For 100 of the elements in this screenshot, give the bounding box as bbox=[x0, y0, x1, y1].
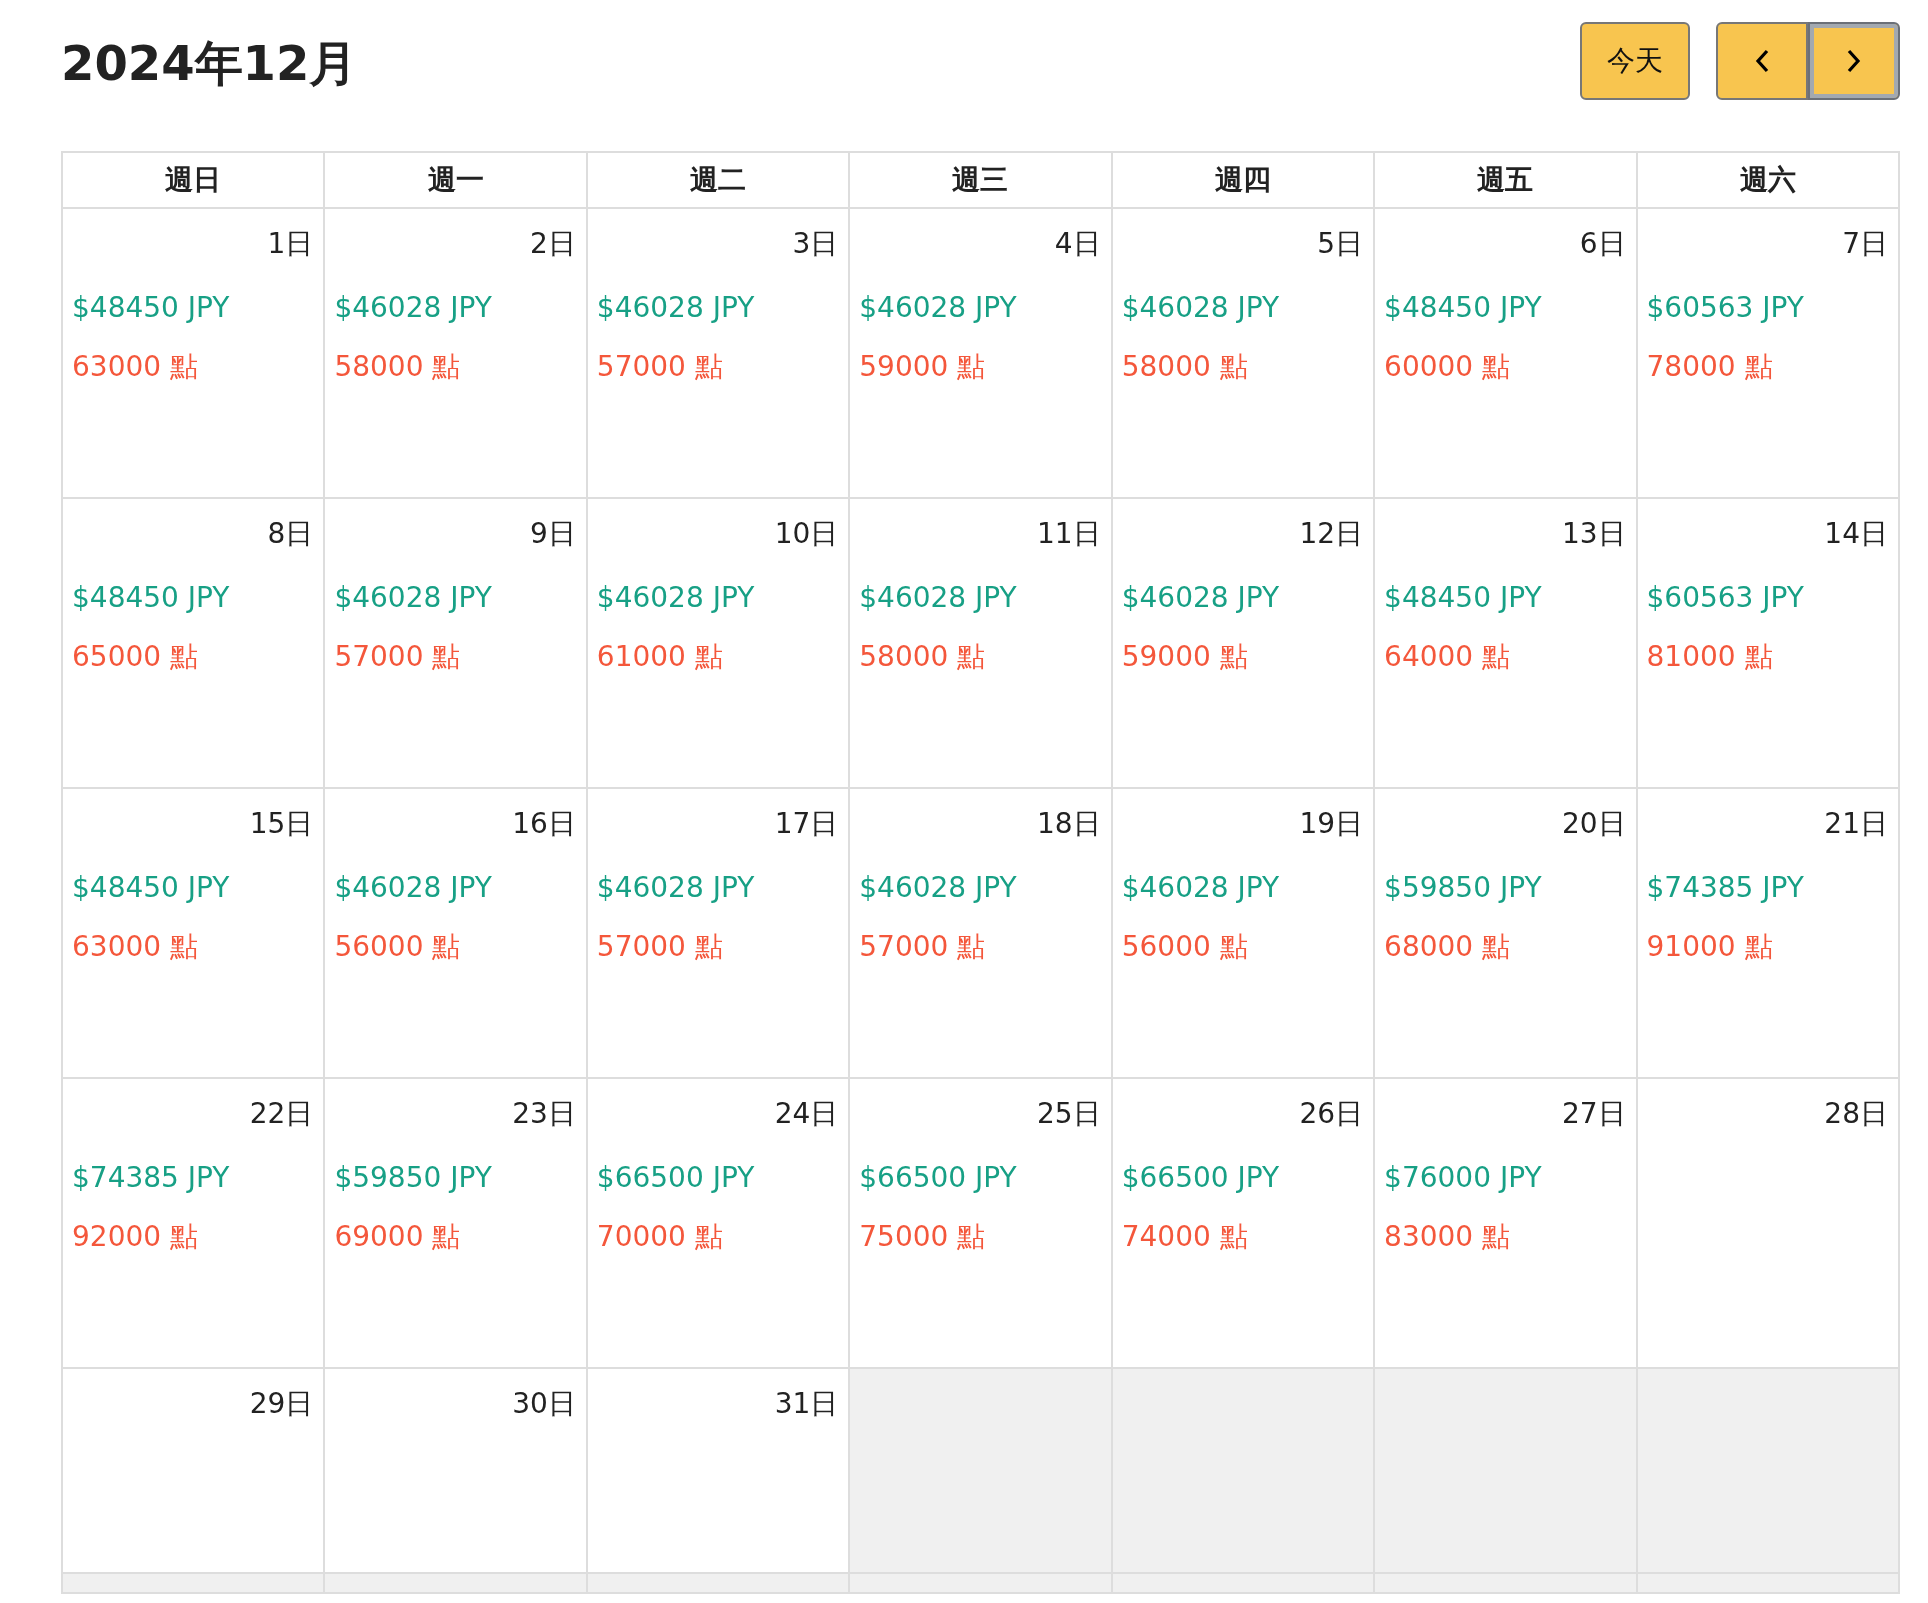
today-button[interactable]: 今天 bbox=[1580, 22, 1690, 100]
day-cell[interactable]: 4日 $46028 JPY 59000 點 bbox=[849, 208, 1112, 498]
points-text: 65000 點 bbox=[71, 639, 199, 675]
next-button[interactable] bbox=[1808, 22, 1900, 100]
price-text: $48450 JPY bbox=[71, 580, 231, 614]
price-text: $66500 JPY bbox=[595, 1160, 756, 1194]
price-text: $74385 JPY bbox=[71, 1160, 231, 1194]
day-cell[interactable]: 6日 $48450 JPY 60000 點 bbox=[1374, 208, 1637, 498]
points-text: 91000 點 bbox=[1645, 929, 1774, 965]
day-cell[interactable]: 23日 $59850 JPY 69000 點 bbox=[324, 1078, 587, 1368]
day-number: 10日 bbox=[773, 516, 840, 552]
price-text: $48450 JPY bbox=[1383, 580, 1543, 614]
points-text: 57000 點 bbox=[858, 929, 987, 965]
day-cell[interactable]: 17日 $46028 JPY 57000 點 bbox=[586, 788, 850, 1078]
points-text: 57000 點 bbox=[333, 639, 462, 675]
day-number: 26日 bbox=[1298, 1096, 1365, 1132]
price-text: $46028 JPY bbox=[1120, 580, 1281, 614]
day-cell[interactable]: 14日 $60563 JPY 81000 點 bbox=[1636, 498, 1899, 788]
day-cell[interactable]: 2日 $46028 JPY 58000 點 bbox=[324, 208, 587, 498]
day-cell[interactable]: 11日 $46028 JPY 58000 點 bbox=[849, 498, 1112, 788]
day-number: 2日 bbox=[529, 226, 577, 262]
day-number: 28日 bbox=[1823, 1096, 1889, 1132]
points-text: 58000 點 bbox=[1120, 349, 1249, 385]
points-text: 63000 點 bbox=[71, 349, 199, 385]
day-number: 12日 bbox=[1298, 516, 1365, 552]
day-number: 23日 bbox=[511, 1096, 577, 1132]
day-number: 24日 bbox=[773, 1096, 840, 1132]
day-number: 4日 bbox=[1053, 226, 1102, 262]
day-cell[interactable]: 9日 $46028 JPY 57000 點 bbox=[324, 498, 587, 788]
day-cell[interactable]: 12日 $46028 JPY 59000 點 bbox=[1111, 498, 1375, 788]
price-text: $46028 JPY bbox=[333, 870, 493, 904]
calendar-title: 2024年12月 bbox=[61, 34, 358, 93]
price-text: $46028 JPY bbox=[595, 290, 756, 324]
price-text: $48450 JPY bbox=[71, 290, 231, 324]
day-cell[interactable]: 19日 $46028 JPY 56000 點 bbox=[1111, 788, 1375, 1078]
day-cell[interactable]: 24日 $66500 JPY 70000 點 bbox=[586, 1078, 850, 1368]
day-number: 7日 bbox=[1841, 226, 1889, 262]
day-number: 25日 bbox=[1036, 1096, 1102, 1132]
points-text: 59000 點 bbox=[858, 349, 987, 385]
price-text: $60563 JPY bbox=[1645, 580, 1805, 614]
day-number: 31日 bbox=[773, 1386, 840, 1422]
points-text: 57000 點 bbox=[595, 349, 724, 385]
weekday-header: 週三 bbox=[849, 152, 1112, 208]
price-text: $46028 JPY bbox=[333, 290, 493, 324]
day-cell[interactable]: 18日 $46028 JPY 57000 點 bbox=[849, 788, 1112, 1078]
price-text: $46028 JPY bbox=[858, 870, 1018, 904]
day-number: 20日 bbox=[1560, 806, 1627, 842]
day-number: 30日 bbox=[511, 1386, 577, 1422]
price-text: $59850 JPY bbox=[333, 1160, 493, 1194]
day-number: 1日 bbox=[266, 226, 315, 262]
price-text: $59850 JPY bbox=[1383, 870, 1543, 904]
day-cell[interactable]: 7日 $60563 JPY 78000 點 bbox=[1636, 208, 1899, 498]
price-text: $48450 JPY bbox=[1383, 290, 1543, 324]
day-number: 8日 bbox=[266, 516, 315, 552]
day-number: 29日 bbox=[248, 1386, 315, 1422]
day-cell[interactable]: 15日 $48450 JPY 63000 點 bbox=[62, 788, 325, 1078]
points-text: 81000 點 bbox=[1645, 639, 1774, 675]
price-text: $46028 JPY bbox=[595, 580, 756, 614]
points-text: 74000 點 bbox=[1120, 1219, 1249, 1255]
day-cell[interactable]: 3日 $46028 JPY 57000 點 bbox=[586, 208, 850, 498]
price-text: $46028 JPY bbox=[595, 870, 756, 904]
day-number: 22日 bbox=[248, 1096, 315, 1132]
day-number: 16日 bbox=[511, 806, 577, 842]
price-text: $46028 JPY bbox=[1120, 870, 1281, 904]
price-text: $46028 JPY bbox=[1120, 290, 1281, 324]
day-cell[interactable]: 13日 $48450 JPY 64000 點 bbox=[1374, 498, 1637, 788]
weekday-header: 週五 bbox=[1374, 152, 1637, 208]
day-cell[interactable]: 22日 $74385 JPY 92000 點 bbox=[62, 1078, 325, 1368]
day-number: 6日 bbox=[1578, 226, 1627, 262]
day-number: 11日 bbox=[1036, 516, 1102, 552]
day-cell[interactable]: 21日 $74385 JPY 91000 點 bbox=[1636, 788, 1899, 1078]
price-text: $66500 JPY bbox=[1120, 1160, 1281, 1194]
day-cell[interactable]: 5日 $46028 JPY 58000 點 bbox=[1111, 208, 1375, 498]
day-cell[interactable]: 8日 $48450 JPY 65000 點 bbox=[62, 498, 325, 788]
price-text: $46028 JPY bbox=[858, 580, 1018, 614]
points-text: 59000 點 bbox=[1120, 639, 1249, 675]
price-text: $60563 JPY bbox=[1645, 290, 1805, 324]
day-cell[interactable]: 1日 $48450 JPY 63000 點 bbox=[62, 208, 325, 498]
price-text: $76000 JPY bbox=[1383, 1160, 1543, 1194]
day-number: 5日 bbox=[1316, 226, 1365, 262]
day-number: 21日 bbox=[1823, 806, 1889, 842]
points-text: 58000 點 bbox=[333, 349, 462, 385]
day-number: 19日 bbox=[1298, 806, 1365, 842]
day-cell[interactable]: 16日 $46028 JPY 56000 點 bbox=[324, 788, 587, 1078]
points-text: 70000 點 bbox=[595, 1219, 724, 1255]
points-text: 58000 點 bbox=[858, 639, 987, 675]
points-text: 69000 點 bbox=[333, 1219, 462, 1255]
weekday-header: 週四 bbox=[1111, 152, 1375, 208]
weekday-header: 週日 bbox=[62, 152, 325, 208]
chevron-left-icon bbox=[1755, 49, 1769, 73]
price-text: $48450 JPY bbox=[71, 870, 231, 904]
points-text: 61000 點 bbox=[595, 639, 724, 675]
day-cell[interactable]: 10日 $46028 JPY 61000 點 bbox=[586, 498, 850, 788]
weekday-header: 週六 bbox=[1636, 152, 1899, 208]
previous-button[interactable] bbox=[1716, 22, 1808, 100]
points-text: 63000 點 bbox=[71, 929, 199, 965]
day-cell[interactable]: 20日 $59850 JPY 68000 點 bbox=[1374, 788, 1637, 1078]
points-text: 92000 點 bbox=[71, 1219, 199, 1255]
points-text: 78000 點 bbox=[1645, 349, 1774, 385]
points-text: 60000 點 bbox=[1383, 349, 1512, 385]
